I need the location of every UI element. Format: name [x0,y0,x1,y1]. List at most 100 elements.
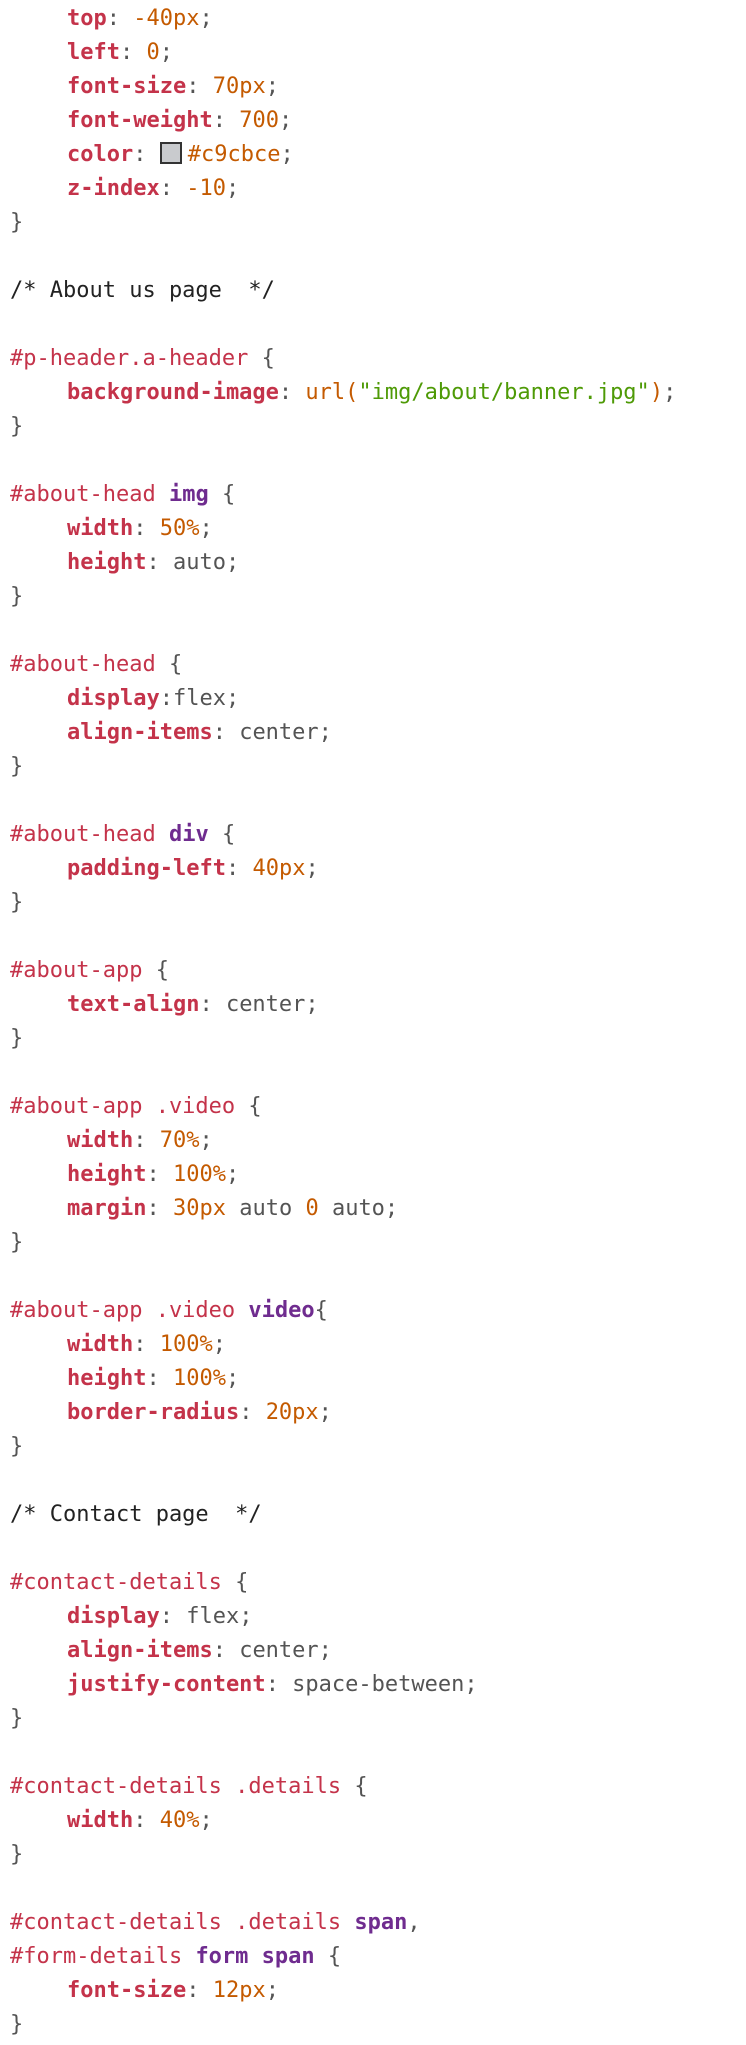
code-token-num: 100% [172,1162,226,1187]
code-token-prop: width [67,1128,134,1153]
code-token-plain: : [159,176,187,201]
code-token-prop: font-size [67,74,187,99]
code-token-sel: #about-app .video [10,1298,249,1323]
code-token-prop: left [67,40,120,65]
code-line: #about-app .video { [0,1090,746,1124]
code-line: } [0,410,746,444]
code-token-prop: height [67,1162,147,1187]
code-token-num: 100% [172,1366,226,1391]
code-line: color: #c9cbce; [0,138,746,172]
code-line: /* About us page */ [0,274,746,308]
code-line: } [0,2008,746,2042]
code-token-plain: { [221,1570,249,1595]
code-token-prop: width [67,1332,134,1357]
code-token-prop: border-radius [67,1400,240,1425]
code-line: #about-head { [0,648,746,682]
code-token-sel: #about-head [10,652,156,677]
code-line: } [0,750,746,784]
color-swatch-icon[interactable] [159,142,182,164]
code-token-plain: } [10,1434,24,1459]
code-token-num: -40px [133,6,200,31]
code-token-num: 40px [252,856,306,881]
code-token-plain: : [133,1128,160,1153]
code-token-sel: #about-head [10,482,169,507]
code-token-tag: span [261,1944,315,1969]
code-line: #form-details form span { [0,1940,746,1974]
code-token-cm: /* About us page */ [10,278,275,303]
code-line: #about-app { [0,954,746,988]
code-line: #contact-details { [0,1566,746,1600]
code-token-plain: ; [212,1332,226,1357]
code-token-fn: url( [305,380,359,405]
code-line: } [0,1702,746,1736]
code-token-cm: /* Contact page */ [10,1502,262,1527]
code-token-plain: : [133,1332,160,1357]
code-line: padding-left: 40px; [0,852,746,886]
code-line: justify-content: space-between; [0,1668,746,1702]
code-token-prop: width [67,516,134,541]
code-token-plain: ; [225,1366,240,1391]
code-line: display:flex; [0,682,746,716]
code-token-prop: text-align [67,992,200,1017]
code-line: #about-head div { [0,818,746,852]
code-line: } [0,1838,746,1872]
code-line: } [0,1226,746,1260]
code-line: border-radius: 20px; [0,1396,746,1430]
code-token-prop: display [67,686,160,711]
code-token-plain: ; [305,856,319,881]
code-token-plain: ; [278,108,293,133]
code-token-plain: { [235,1094,262,1119]
code-line: width: 100%; [0,1328,746,1362]
code-token-num: 30px [172,1196,226,1221]
code-block: top: -40px; left: 0; font-size: 70px; font-… [0,0,746,2042]
code-token-sel: #about-head [10,822,169,847]
code-token-plain: : [186,1978,213,2003]
code-token-plain: : center; [199,992,319,1017]
code-token-prop: z-index [67,176,160,201]
code-token-plain: :flex; [159,686,240,711]
code-line: align-items: center; [0,1634,746,1668]
code-token-num: 700 [239,108,279,133]
code-token-tag: video [248,1298,315,1323]
code-token-plain: : auto; [146,550,240,575]
code-token-sel: #about-app [10,958,143,983]
code-token-plain: : [186,74,213,99]
code-token-plain: ; [199,1808,213,1833]
code-line: } [0,1430,746,1464]
code-token-plain: auto [225,1196,306,1221]
code-token-sel: #form-details [10,1944,196,1969]
code-token-plain: : [119,40,147,65]
code-token-tag: div [168,822,209,847]
code-token-plain: ; [280,142,294,167]
code-token-sel: #p-header.a-header [10,346,249,371]
code-line: left: 0; [0,36,746,70]
code-token-tag: form [195,1944,249,1969]
code-line: } [0,1022,746,1056]
code-token-plain: ; [199,1128,213,1153]
code-line: text-align: center; [0,988,746,1022]
code-token-plain: ; [199,516,213,541]
code-token-prop: font-size [67,1978,187,2003]
code-token-plain: : [133,1808,160,1833]
code-line: height: 100%; [0,1362,746,1396]
code-token-plain: } [10,414,24,439]
code-line: height: 100%; [0,1158,746,1192]
code-token-plain: { [208,482,236,507]
code-token-num: 100% [159,1332,213,1357]
code-token-sel: #contact-details .details [10,1910,355,1935]
code-token-num: 70px [212,74,266,99]
code-token-prop: top [67,6,107,31]
code-line: width: 70%; [0,1124,746,1158]
code-token-plain: : [212,108,240,133]
code-line: width: 40%; [0,1804,746,1838]
code-line: /* Contact page */ [0,1498,746,1532]
code-token-num: 0 [305,1196,319,1221]
code-token-plain: } [10,584,24,609]
code-token-plain: ; [265,1978,279,2003]
code-token-plain: : [239,1400,266,1425]
